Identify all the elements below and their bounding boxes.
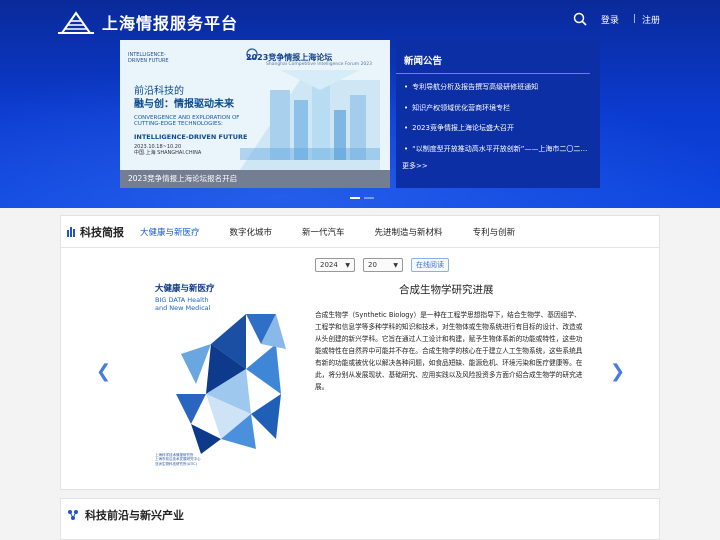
briefing-tabs: 大健康与新医疗 数字化城市 新一代汽车 先进制造与新材料 专利与创新	[140, 226, 545, 238]
issue-select[interactable]: 20 ▼	[363, 258, 403, 272]
hero-banner[interactable]: INTELLIGENCE- DRIVEN FUTURE 2023竞争情报上海论坛…	[120, 40, 390, 188]
year-select[interactable]: 2024 ▼	[315, 258, 355, 272]
news-item[interactable]: 知识产权领域优化营商环境专栏	[404, 98, 592, 119]
article-title[interactable]: 合成生物学研究进展	[315, 282, 635, 297]
register-link[interactable]: 注册	[642, 13, 660, 26]
carousel-dot[interactable]	[350, 197, 360, 199]
section-title: 科技简报	[67, 224, 124, 240]
hero-header: 上海情报服务平台 登录 | 注册 INTELLIGENCE- DRIVEN FU…	[0, 0, 720, 208]
network-icon	[68, 510, 78, 520]
cover-triangles-graphic	[176, 314, 286, 454]
banner-en-text: CONVERGENCE AND EXPLORATION OF CUTTING-E…	[134, 115, 240, 127]
news-more-link[interactable]: 更多>>	[396, 161, 600, 171]
search-icon[interactable]	[573, 12, 587, 26]
banner-brand: INTELLIGENCE- DRIVEN FUTURE	[128, 52, 169, 64]
briefing-cover[interactable]: 大健康与新医疗 BIG DATA Health and New Medical …	[151, 274, 294, 470]
prev-arrow-icon[interactable]: ❮	[96, 361, 111, 382]
tab-advanced-manufacturing[interactable]: 先进制造与新材料	[375, 226, 443, 238]
next-arrow-icon[interactable]: ❯	[610, 361, 625, 382]
login-link[interactable]: 登录	[601, 13, 619, 26]
banner-date: 2023.10.18~10.20 中国.上海 SHANGHAI.CHINA	[134, 144, 202, 156]
section-title: 科技前沿与新兴产业	[85, 509, 184, 522]
read-online-button[interactable]: 在线阅读	[411, 258, 449, 272]
top-actions: 登录 | 注册	[573, 12, 660, 26]
bar-chart-icon	[67, 226, 75, 237]
site-title: 上海情报服务平台	[102, 14, 239, 33]
logo-mark-icon	[58, 11, 94, 34]
briefing-header: 科技简报 大健康与新医疗 数字化城市 新一代汽车 先进制造与新材料 专利与创新	[61, 216, 659, 248]
news-heading: 新闻公告	[396, 40, 590, 74]
issue-controls: 2024 ▼ 20 ▼ 在线阅读	[315, 258, 449, 272]
chevron-down-icon: ▼	[393, 261, 398, 269]
carousel-dot[interactable]	[364, 197, 374, 199]
banner-title-line2: 融与创：情报驱动未来	[134, 99, 234, 110]
cover-publisher: 上海科学技术情报研究所 上海市前沿技术发展研究中心 亚洲生物科技研究所(ATIC…	[155, 452, 201, 466]
news-item[interactable]: “以制度型开放推动高水平开放创新”——上海市二〇二三年度…	[404, 139, 592, 160]
tab-digital-city[interactable]: 数字化城市	[230, 226, 273, 238]
chevron-down-icon: ▼	[345, 261, 350, 269]
tab-new-vehicles[interactable]: 新一代汽车	[302, 226, 345, 238]
banner-forum-en: Shanghai Competitive Intelligence Forum …	[266, 62, 373, 67]
carousel-dots	[350, 197, 374, 199]
news-item[interactable]: 专利导航分析及报告撰写高级研修班通知	[404, 77, 592, 98]
briefing-section: 科技简报 大健康与新医疗 数字化城市 新一代汽车 先进制造与新材料 专利与创新 …	[60, 215, 660, 490]
frontier-header: 科技前沿与新兴产业	[61, 499, 659, 531]
tab-patent-innovation[interactable]: 专利与创新	[473, 226, 516, 238]
site-logo[interactable]: 上海情报服务平台	[58, 9, 238, 35]
tab-health-medical[interactable]: 大健康与新医疗	[140, 226, 200, 238]
news-panel: 新闻公告 专利导航分析及报告撰写高级研修班通知 知识产权领域优化营商环境专栏 2…	[396, 40, 600, 188]
banner-caption[interactable]: 2023竞争情报上海论坛报名开启	[120, 170, 390, 188]
banner-en-highlight: INTELLIGENCE-DRIVEN FUTURE	[134, 133, 248, 141]
separator: |	[632, 14, 636, 24]
news-item[interactable]: 2023竞争情报上海论坛盛大召开	[404, 118, 592, 139]
news-list: 专利导航分析及报告撰写高级研修班通知 知识产权领域优化营商环境专栏 2023竞争…	[396, 74, 600, 159]
article-summary: 合成生物学（Synthetic Biology）是一种在工程学思想指导下，结合生…	[315, 311, 583, 391]
frontier-section: 科技前沿与新兴产业	[60, 498, 660, 540]
